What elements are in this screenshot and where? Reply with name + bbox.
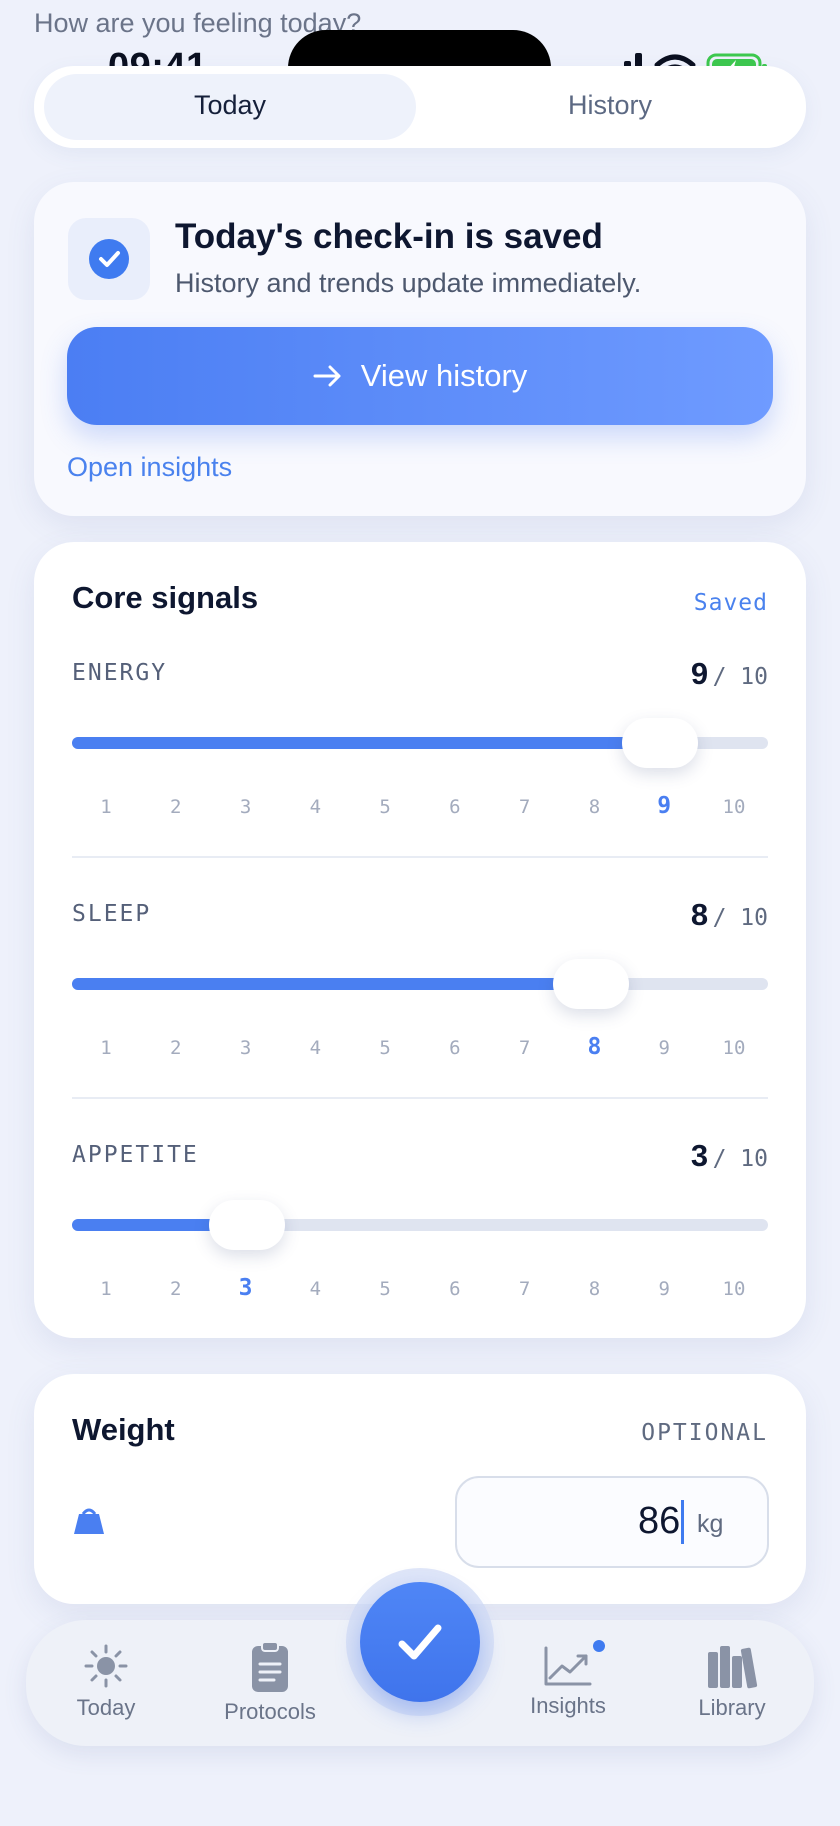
sun-icon bbox=[84, 1644, 128, 1688]
saved-title: Today's check-in is saved bbox=[175, 217, 603, 256]
scale-tick[interactable]: 9 bbox=[634, 1037, 694, 1059]
scale-tick[interactable]: 7 bbox=[495, 1278, 555, 1300]
scale-tick[interactable]: 5 bbox=[355, 1278, 415, 1300]
appetite-slider-thumb[interactable] bbox=[209, 1200, 285, 1250]
divider bbox=[72, 1097, 768, 1099]
nav-insights-label: Insights bbox=[530, 1693, 606, 1718]
check-circle-icon bbox=[89, 239, 129, 279]
sleep-label: SLEEP bbox=[72, 901, 152, 927]
clipboard-icon bbox=[252, 1641, 288, 1692]
scale-tick[interactable]: 2 bbox=[146, 796, 206, 818]
weight-icon bbox=[74, 1508, 104, 1534]
tab-today[interactable]: Today bbox=[44, 90, 416, 121]
appetite-readout: 3 / 10 bbox=[691, 1138, 768, 1174]
scale-tick[interactable]: 4 bbox=[285, 796, 345, 818]
sleep-slider-thumb[interactable] bbox=[553, 959, 629, 1009]
scale-tick[interactable]: 8 bbox=[564, 1278, 624, 1300]
energy-slider-fill bbox=[72, 737, 660, 749]
optional-badge: OPTIONAL bbox=[641, 1420, 768, 1446]
energy-max: / 10 bbox=[712, 664, 768, 690]
energy-slider-thumb[interactable] bbox=[622, 718, 698, 768]
appetite-max: / 10 bbox=[712, 1146, 768, 1172]
scale-tick[interactable]: 3 bbox=[216, 1037, 276, 1059]
scale-tick[interactable]: 6 bbox=[425, 1278, 485, 1300]
energy-readout: 9 / 10 bbox=[691, 656, 768, 692]
arrow-right-icon bbox=[313, 365, 341, 387]
trend-chart-icon bbox=[544, 1646, 592, 1686]
scale-tick[interactable]: 7 bbox=[495, 796, 555, 818]
saved-subtitle: History and trends update immediately. bbox=[175, 268, 642, 298]
scale-tick[interactable]: 4 bbox=[285, 1278, 345, 1300]
nav-protocols[interactable]: Protocols bbox=[210, 1640, 330, 1725]
nav-today-label: Today bbox=[76, 1695, 136, 1720]
scale-tick[interactable]: 9 bbox=[634, 1278, 694, 1300]
scale-tick[interactable]: 7 bbox=[495, 1037, 555, 1059]
nav-protocols-label: Protocols bbox=[224, 1699, 316, 1724]
scale-tick[interactable]: 9 bbox=[634, 793, 694, 819]
nav-insights[interactable]: Insights bbox=[518, 1644, 618, 1719]
scale-tick[interactable]: 10 bbox=[704, 1278, 764, 1300]
core-signals-title: Core signals bbox=[72, 580, 259, 615]
scale-tick[interactable]: 6 bbox=[425, 796, 485, 818]
scale-tick[interactable]: 1 bbox=[76, 1278, 136, 1300]
scale-tick[interactable]: 3 bbox=[216, 796, 276, 818]
scale-tick[interactable]: 8 bbox=[564, 1034, 624, 1060]
notification-dot bbox=[593, 1640, 605, 1652]
scale-tick[interactable]: 8 bbox=[564, 796, 624, 818]
sleep-value: 8 bbox=[690, 897, 709, 932]
weight-value: 86 bbox=[638, 1500, 681, 1542]
sleep-scale: 1 2 3 4 5 6 7 8 9 10 bbox=[72, 1034, 768, 1067]
nav-today[interactable]: Today bbox=[56, 1642, 156, 1721]
view-history-button[interactable]: View history bbox=[67, 327, 773, 425]
appetite-label: APPETITE bbox=[72, 1142, 199, 1168]
submit-checkin-button[interactable] bbox=[360, 1582, 480, 1702]
saved-badge: Saved bbox=[693, 590, 768, 616]
scale-tick[interactable]: 10 bbox=[704, 1037, 764, 1059]
open-insights-link[interactable]: Open insights bbox=[67, 452, 232, 483]
view-history-label: View history bbox=[360, 358, 528, 393]
scale-tick[interactable]: 5 bbox=[355, 1037, 415, 1059]
nav-library[interactable]: Library bbox=[680, 1644, 784, 1721]
sleep-readout: 8 / 10 bbox=[691, 897, 768, 933]
weight-unit: kg bbox=[697, 1510, 724, 1538]
appetite-value: 3 bbox=[690, 1138, 709, 1173]
scale-tick[interactable]: 1 bbox=[76, 796, 136, 818]
scale-tick[interactable]: 5 bbox=[355, 796, 415, 818]
checkmark-icon bbox=[398, 1624, 442, 1660]
scale-tick[interactable]: 1 bbox=[76, 1037, 136, 1059]
scale-tick[interactable]: 3 bbox=[216, 1275, 276, 1301]
divider bbox=[72, 856, 768, 858]
scale-tick[interactable]: 2 bbox=[146, 1037, 206, 1059]
text-caret bbox=[681, 1500, 684, 1544]
tab-history[interactable]: History bbox=[424, 90, 796, 121]
nav-library-label: Library bbox=[698, 1695, 766, 1720]
appetite-scale: 1 2 3 4 5 6 7 8 9 10 bbox=[72, 1275, 768, 1308]
energy-value: 9 bbox=[690, 656, 709, 691]
scale-tick[interactable]: 2 bbox=[146, 1278, 206, 1300]
books-icon bbox=[708, 1646, 758, 1689]
energy-label: ENERGY bbox=[72, 660, 168, 686]
scale-tick[interactable]: 6 bbox=[425, 1037, 485, 1059]
energy-scale: 1 2 3 4 5 6 7 8 9 10 bbox=[72, 793, 768, 826]
weight-title: Weight bbox=[72, 1412, 175, 1447]
sleep-slider-fill bbox=[72, 978, 592, 990]
scale-tick[interactable]: 10 bbox=[704, 796, 764, 818]
scale-tick[interactable]: 4 bbox=[285, 1037, 345, 1059]
sleep-max: / 10 bbox=[712, 905, 768, 931]
